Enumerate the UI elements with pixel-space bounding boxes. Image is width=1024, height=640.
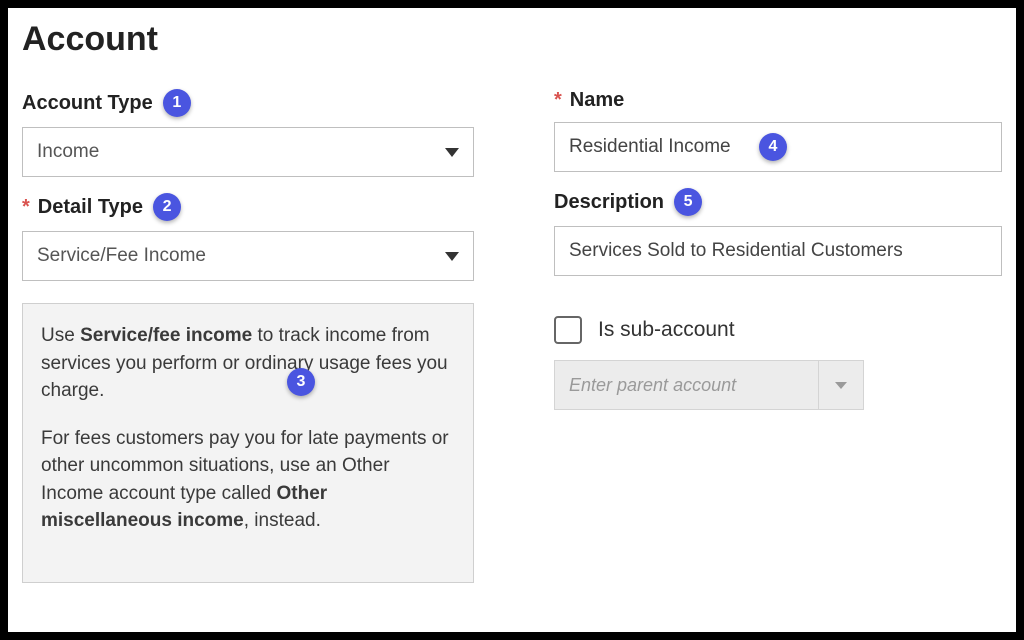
name-input[interactable]: Residential Income 4 (554, 122, 1002, 172)
help-text: , instead. (244, 510, 321, 531)
help-text-bold: Service/fee income (80, 325, 252, 346)
annotation-badge-1: 1 (163, 89, 191, 117)
chevron-down-icon (835, 382, 847, 389)
chevron-down-icon (445, 148, 459, 157)
description-label-text: Description (554, 191, 664, 214)
annotation-badge-5: 5 (674, 188, 702, 216)
account-type-value: Income (37, 141, 99, 163)
sub-account-checkbox[interactable] (554, 316, 582, 344)
help-text: Use (41, 325, 80, 346)
detail-type-label-text: Detail Type (38, 196, 143, 219)
chevron-down-icon (445, 252, 459, 261)
description-input[interactable]: Services Sold to Residential Customers (554, 226, 1002, 276)
detail-type-value: Service/Fee Income (37, 245, 206, 267)
detail-type-select[interactable]: Service/Fee Income (22, 231, 474, 281)
account-type-label-text: Account Type (22, 92, 153, 115)
page-title: Account (22, 20, 1002, 59)
annotation-badge-2: 2 (153, 193, 181, 221)
annotation-badge-3: 3 (287, 368, 315, 396)
required-asterisk: * (554, 89, 562, 112)
annotation-badge-4: 4 (759, 133, 787, 161)
name-value: Residential Income (569, 136, 731, 158)
name-label-text: Name (570, 89, 624, 112)
detail-type-label: * Detail Type 2 (22, 193, 474, 221)
account-type-label: Account Type 1 (22, 89, 474, 117)
name-label: * Name (554, 89, 1002, 112)
detail-type-help-panel: Use Service/fee income to track income f… (22, 303, 474, 583)
description-label: Description 5 (554, 188, 1002, 216)
required-asterisk: * (22, 196, 30, 219)
parent-account-select[interactable]: Enter parent account (554, 360, 864, 410)
sub-account-label: Is sub-account (598, 318, 735, 342)
help-text: For fees customers pay you for late paym… (41, 428, 449, 504)
account-type-select[interactable]: Income (22, 127, 474, 177)
parent-account-placeholder: Enter parent account (569, 375, 736, 396)
parent-account-arrow[interactable] (818, 360, 864, 410)
description-value: Services Sold to Residential Customers (569, 240, 903, 262)
